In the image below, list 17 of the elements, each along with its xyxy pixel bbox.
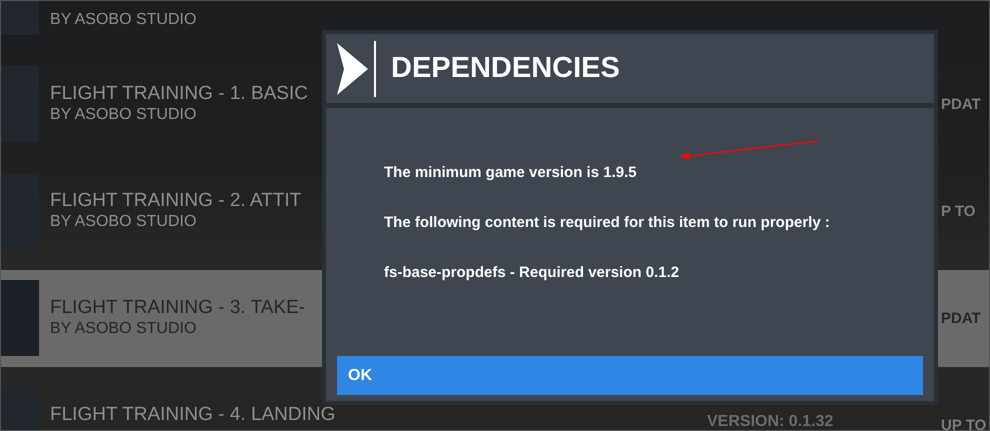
item-title: FLIGHT TRAINING - 1. BASIC [50,83,308,105]
item-title: FLIGHT TRAINING - 3. TAKE- [50,297,306,319]
dialog-title: DEPENDENCIES [391,52,620,85]
item-author: BY ASOBO STUDIO [50,213,196,231]
item-status: PDAT [941,96,981,113]
item-status: PDAT [941,310,981,327]
dialog-message: The following content is required for this item to run properly : [384,214,831,233]
item-status: UP TO [941,417,986,430]
item-author: BY ASOBO STUDIO [50,320,196,338]
dialog-message: The minimum game version is 1.9.5 [384,164,638,183]
item-author: BY ASOBO STUDIO [50,106,196,124]
item-title: FLIGHT TRAINING - 4. LANDING [50,404,336,426]
dialog-message: fs-base-propdefs - Required version 0.1.2 [384,264,680,283]
item-status: P TO [941,203,976,220]
item-title: FLIGHT TRAINING - 2. ATTIT [50,190,302,212]
item-version: VERSION: 0.1.32 [707,413,834,430]
item-author: BY ASOBO STUDIO [50,11,196,29]
